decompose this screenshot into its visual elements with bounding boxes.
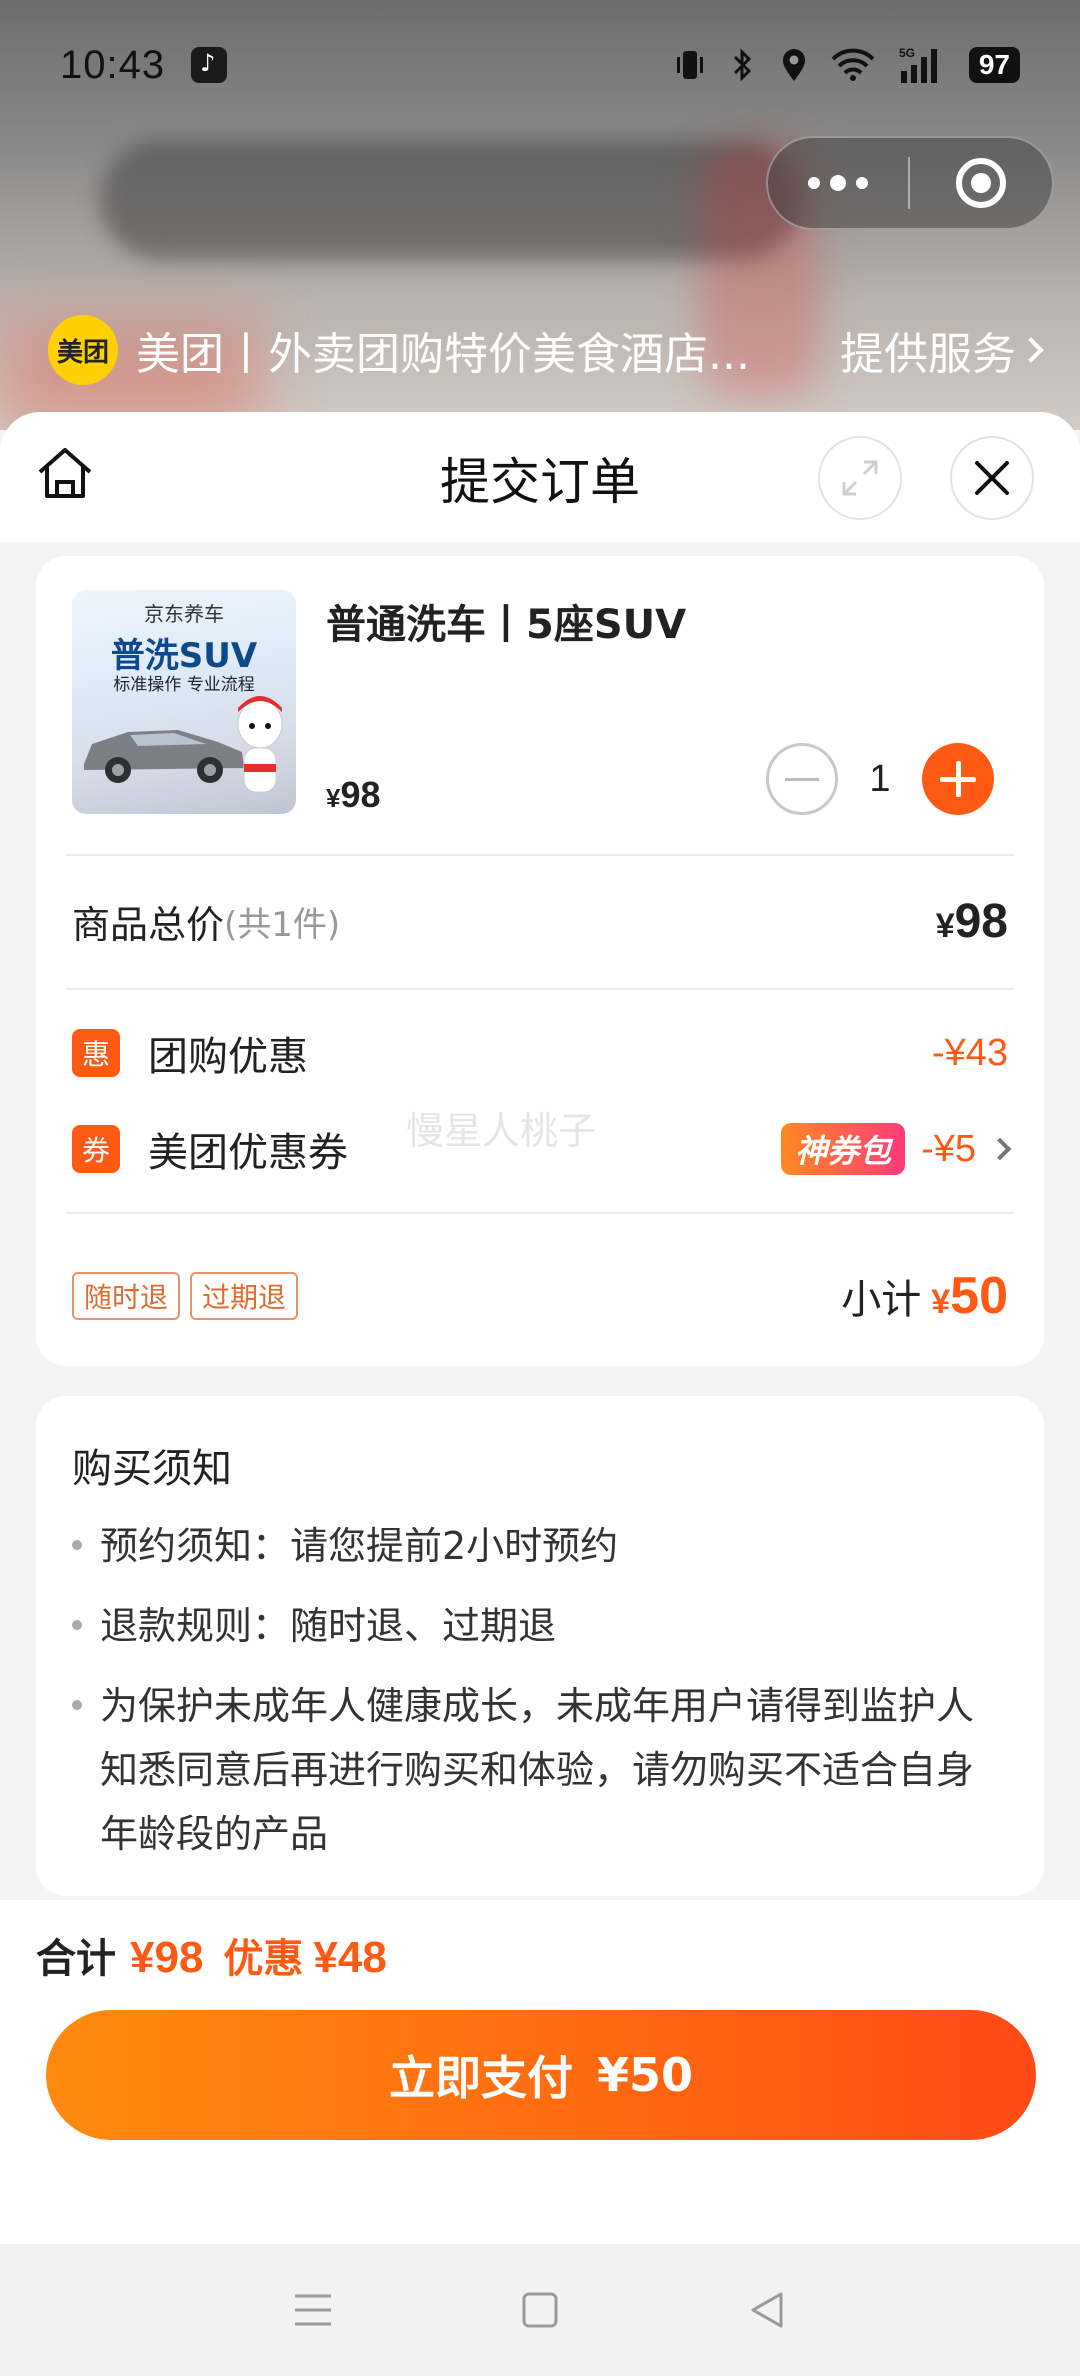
goods-total-label: 商品总价 <box>72 902 225 947</box>
watermark: 慢星人桃子 <box>406 1109 597 1153</box>
divider <box>66 1212 1014 1214</box>
chevron-right-icon <box>1018 337 1044 363</box>
goods-count: (共1件) <box>224 904 341 945</box>
more-dot-icon <box>830 175 846 191</box>
pay-now-amount: ¥50 <box>596 2048 694 2102</box>
total-symbol: ¥ <box>935 906 955 945</box>
total-label: 合计 <box>36 1936 116 1982</box>
back-triangle-icon <box>751 2292 783 2328</box>
product-name: 普通洗车丨5座SUV <box>326 602 687 648</box>
exit-miniprogram-button[interactable] <box>910 138 1052 228</box>
provide-service-label: 提供服务 <box>840 329 1016 380</box>
policy-tag-refund-anytime: 随时退 <box>72 1272 181 1320</box>
quantity-stepper: 1 <box>766 742 994 816</box>
goods-total-value: ¥98 <box>936 894 1008 949</box>
menu-icon <box>295 2294 332 2326</box>
recent-apps-button[interactable] <box>283 2280 343 2340</box>
quantity-value: 1 <box>869 757 891 800</box>
cellular-5g-icon: 5G <box>899 46 937 83</box>
status-time: 10:43 <box>60 42 166 87</box>
payment-summary: 合计 ¥98 优惠 ¥48 <box>36 1926 387 1984</box>
coupon-amount: -¥5 <box>921 1127 976 1170</box>
product-image-brand: 京东养车 <box>144 602 224 626</box>
subtotal-symbol: ¥ <box>931 1283 951 1321</box>
increase-quantity-button[interactable] <box>922 743 994 815</box>
joy-mascot-illustration <box>237 696 283 793</box>
divider <box>66 988 1014 990</box>
total-value: ¥98 <box>130 1933 204 1982</box>
group-discount-label: 团购优惠 <box>148 1034 308 1080</box>
expand-icon <box>842 460 878 496</box>
close-icon <box>975 461 1009 495</box>
sheet-header: 提交订单 <box>0 412 1080 542</box>
subtotal-label: 小计 <box>841 1277 922 1323</box>
price-value: 98 <box>340 774 381 815</box>
payment-bar: 合计 ¥98 优惠 ¥48 立即支付 ¥50 <box>0 1900 1080 2244</box>
order-card: 京东养车 普洗SUV 标准操作 专业流程 普通洗车丨5座SUV ¥98 1 商品… <box>36 556 1044 1366</box>
pay-now-button[interactable]: 立即支付 ¥50 <box>46 2010 1036 2140</box>
svg-text:5G: 5G <box>899 46 915 60</box>
divider <box>66 854 1014 856</box>
pay-now-label: 立即支付 <box>388 2051 573 2105</box>
expand-button[interactable] <box>818 436 902 520</box>
notice-list: 预约须知：请您提前2小时预约 退款规则：随时退、过期退 为保护未成年人健康成长，… <box>72 1514 984 1882</box>
more-menu-button[interactable] <box>768 138 908 228</box>
wifi-icon <box>831 48 875 81</box>
coupon-label: 美团优惠券 <box>148 1130 348 1176</box>
miniprogram-capsule <box>766 136 1054 230</box>
coupon-tag-icon: 券 <box>72 1125 120 1173</box>
subtotal-value: ¥50 <box>931 1266 1008 1326</box>
goods-total-row: 商品总价 (共1件) ¥98 <box>72 886 1008 956</box>
notice-item: 退款规则：随时退、过期退 <box>72 1594 984 1658</box>
policy-tag-refund-expired: 过期退 <box>190 1272 299 1320</box>
close-button[interactable] <box>950 436 1034 520</box>
vibrate-icon <box>676 51 703 79</box>
service-provider-row[interactable]: 美团 美团丨外卖团购特价美食酒店... 提供服务 <box>48 312 1044 388</box>
system-navigation-bar <box>0 2244 1080 2376</box>
discount-tag-icon: 惠 <box>72 1029 120 1077</box>
decrease-quantity-button[interactable] <box>766 743 838 815</box>
service-name: 美团丨外卖团购特价美食酒店... <box>136 329 750 380</box>
status-bar: 10:43 5G 97 <box>60 30 1020 100</box>
back-nav-button[interactable] <box>737 2280 797 2340</box>
notice-title: 购买须知 <box>72 1446 232 1492</box>
product-image[interactable]: 京东养车 普洗SUV 标准操作 专业流程 <box>72 590 296 814</box>
more-dot-icon <box>856 177 868 189</box>
meituan-logo: 美团 <box>48 315 118 385</box>
battery-indicator: 97 <box>968 47 1020 83</box>
page-title: 提交订单 <box>440 453 640 511</box>
group-discount-row: 惠 团购优惠 -¥43 <box>72 1020 1008 1086</box>
square-icon <box>522 2292 558 2328</box>
more-dot-icon <box>808 177 820 189</box>
policy-subtotal-row: 随时退 过期退 小计 ¥50 <box>72 1256 1008 1336</box>
bluetooth-icon <box>733 48 751 82</box>
subtotal: 小计 ¥50 <box>841 1266 1008 1326</box>
home-nav-button[interactable] <box>510 2280 570 2340</box>
total-amount: 98 <box>954 894 1008 948</box>
group-discount-amount: -¥43 <box>931 1031 1008 1074</box>
subtotal-amount: 50 <box>950 1267 1008 1325</box>
notice-item: 为保护未成年人健康成长，未成年用户请得到监护人知悉同意后再进行购买和体验，请勿购… <box>72 1674 984 1866</box>
target-icon <box>956 158 1006 208</box>
discount-value: ¥48 <box>313 1933 387 1982</box>
chevron-right-icon <box>988 1137 1012 1161</box>
discount-label: 优惠 <box>223 1936 304 1982</box>
notice-item: 预约须知：请您提前2小时预约 <box>72 1514 984 1578</box>
super-coupon-pack-badge: 神券包 <box>781 1123 906 1175</box>
car-illustration <box>84 730 244 783</box>
provide-service-link[interactable]: 提供服务 <box>840 318 1044 382</box>
location-icon <box>782 49 805 81</box>
price-symbol: ¥ <box>326 783 341 813</box>
purchase-notice-card: 购买须知 预约须知：请您提前2小时预约 退款规则：随时退、过期退 为保护未成年人… <box>36 1396 1044 1896</box>
product-price: ¥98 <box>326 774 381 816</box>
tiktok-notification-icon <box>191 47 228 83</box>
